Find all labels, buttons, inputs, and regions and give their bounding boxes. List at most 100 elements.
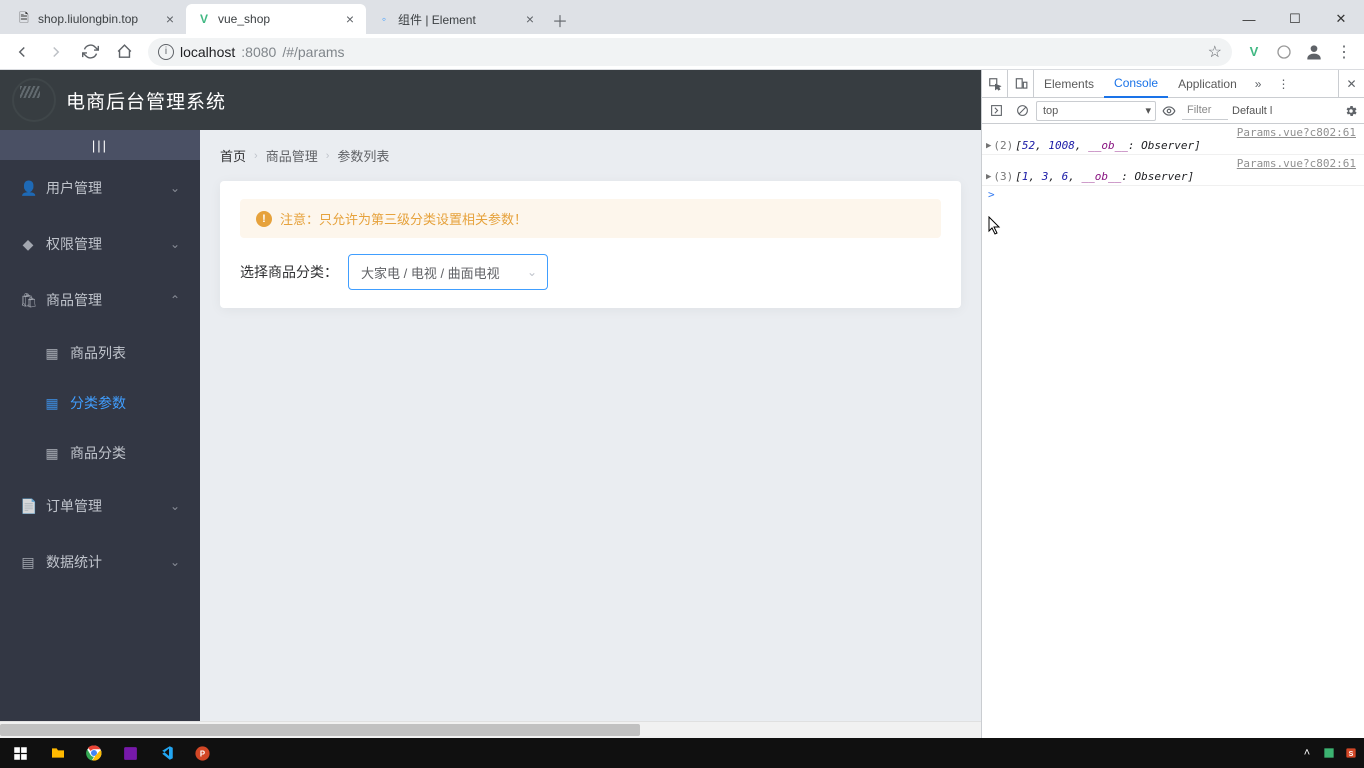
sidebar-item-stats[interactable]: ▤ 数据统计 ⌄ [0,534,200,590]
grid-icon: ▦ [44,395,60,412]
start-button[interactable] [0,738,40,768]
sidebar-item-users[interactable]: 👤 用户管理 ⌄ [0,160,200,216]
sidebar-collapse-button[interactable]: ||| [0,130,200,160]
close-window-button[interactable]: ✕ [1318,4,1364,34]
chrome-menu-button[interactable]: ⋮ [1330,38,1358,66]
maximize-button[interactable]: ☐ [1272,4,1318,34]
sidebar-item-label: 权限管理 [46,234,102,254]
close-icon[interactable]: × [162,11,178,27]
console-filter-input[interactable]: Filter [1182,102,1228,120]
browser-tab[interactable]: 🗎 shop.liulongbin.top × [6,4,186,34]
sidebar-subitem-goods-list[interactable]: ▦ 商品列表 [0,328,200,378]
chevron-down-icon: ⌄ [170,499,180,513]
log-source-link[interactable]: Params.vue?c802:61 [986,157,1360,170]
chart-icon: ▤ [20,554,36,571]
sidebar-subitem-goods-category[interactable]: ▦ 商品分类 [0,428,200,478]
address-bar[interactable]: i localhost:8080/#/params ☆ [148,38,1232,66]
console-prompt[interactable]: > [982,186,1364,203]
sidebar-item-orders[interactable]: 📄 订单管理 ⌄ [0,478,200,534]
cascader-value: 大家电 / 电视 / 曲面电视 [361,263,500,282]
back-button[interactable] [6,36,38,68]
app-title: 电商后台管理系统 [66,87,226,114]
log-length: (2) [993,139,1013,152]
windows-taskbar: P ˄ S [0,738,1364,768]
browser-toolbar: i localhost:8080/#/params ☆ V ⋮ [0,34,1364,70]
sidebar-item-label: 数据统计 [46,552,102,572]
powerpoint-taskbar-icon[interactable]: P [184,738,220,768]
sidebar: ||| 👤 用户管理 ⌄ ◆ 权限管理 ⌄ 🛍 商品管理 ⌃ [0,130,200,721]
log-level-selector[interactable]: Default l [1230,105,1274,117]
live-expression-icon[interactable] [1158,104,1180,118]
tab-title: vue_shop [218,12,336,26]
chrome-taskbar-icon[interactable] [76,738,112,768]
context-selector[interactable]: top [1036,101,1156,121]
home-button[interactable] [108,36,140,68]
sidebar-item-permissions[interactable]: ◆ 权限管理 ⌄ [0,216,200,272]
console-log-entry[interactable]: Params.vue?c802:61 ▶ (2) [52, 1008, __ob… [982,124,1364,155]
profile-avatar-icon[interactable] [1300,38,1328,66]
console-settings-icon[interactable] [1340,104,1362,118]
console-log-entry[interactable]: Params.vue?c802:61 ▶ (3) [1, 3, 6, __ob_… [982,155,1364,186]
clear-console-icon[interactable] [1010,98,1034,123]
chevron-right-icon: › [254,150,258,162]
vue-devtools-ext-icon[interactable]: V [1240,38,1268,66]
breadcrumb-home[interactable]: 首页 [220,146,246,165]
tray-app-icon[interactable] [1320,744,1338,762]
reload-button[interactable] [74,36,106,68]
tray-chevron-icon[interactable]: ˄ [1298,744,1316,762]
breadcrumb: 首页 › 商品管理 › 参数列表 [220,146,961,165]
site-info-icon[interactable]: i [158,44,174,60]
close-icon[interactable]: × [342,11,358,27]
inspect-element-icon[interactable] [982,70,1008,97]
tab-title: 组件 | Element [398,11,516,28]
breadcrumb-level2[interactable]: 商品管理 [266,146,318,165]
alert-text: 注意：只允许为第三级分类设置相关参数！ [280,209,527,228]
warning-alert: ! 注意：只允许为第三级分类设置相关参数！ [240,199,941,238]
svg-text:S: S [1349,751,1354,758]
window-controls: — ☐ ✕ [1226,4,1364,34]
chevron-right-icon: › [326,150,330,162]
vue-icon: V [196,11,212,27]
bookmark-star-icon[interactable]: ☆ [1208,42,1222,62]
device-toggle-icon[interactable] [1008,70,1034,97]
system-tray: ˄ S [1298,738,1364,768]
minimize-button[interactable]: — [1226,4,1272,34]
devtools-close-button[interactable]: ✕ [1338,70,1364,97]
devtools-tab-application[interactable]: Application [1168,70,1247,97]
log-source-link[interactable]: Params.vue?c802:61 [986,126,1360,139]
devtools-panel: Elements Console Application » ⋮ ✕ top F… [981,70,1364,738]
tab-title: shop.liulongbin.top [38,12,156,26]
devtools-tab-console[interactable]: Console [1104,71,1168,98]
sidebar-subitem-category-params[interactable]: ▦ 分类参数 [0,378,200,428]
console-sidebar-toggle-icon[interactable] [984,98,1008,123]
browser-tab-active[interactable]: V vue_shop × [186,4,366,34]
element-icon: ◦ [376,11,392,27]
forward-button[interactable] [40,36,72,68]
browser-tab[interactable]: ◦ 组件 | Element × [366,4,546,34]
extension-icon[interactable] [1270,38,1298,66]
user-icon: 👤 [20,180,36,197]
devtools-tabbar: Elements Console Application » ⋮ ✕ [982,70,1364,98]
devtools-tab-elements[interactable]: Elements [1034,70,1104,97]
new-tab-button[interactable]: ＋ [546,6,574,34]
app-header: 电商后台管理系统 [0,70,981,130]
breadcrumb-level3: 参数列表 [337,146,389,165]
tray-app-icon[interactable]: S [1342,744,1360,762]
scrollbar-thumb[interactable] [0,724,640,736]
category-cascader[interactable]: 大家电 / 电视 / 曲面电视 ⌄ [348,254,548,290]
horizontal-scrollbar[interactable] [0,721,981,738]
content-card: ! 注意：只允许为第三级分类设置相关参数！ 选择商品分类： 大家电 / 电视 /… [220,181,961,308]
file-explorer-icon[interactable] [40,738,76,768]
onenote-taskbar-icon[interactable] [112,738,148,768]
expand-triangle-icon[interactable]: ▶ [986,139,991,151]
devtools-menu-icon[interactable]: ⋮ [1269,77,1297,91]
sidebar-item-goods[interactable]: 🛍 商品管理 ⌃ [0,272,200,328]
vscode-taskbar-icon[interactable] [148,738,184,768]
bag-icon: 🛍 [20,292,36,309]
console-output: Params.vue?c802:61 ▶ (2) [52, 1008, __ob… [982,124,1364,738]
devtools-more-tabs-icon[interactable]: » [1247,77,1270,91]
app-logo-icon [12,78,56,122]
browser-titlebar: 🗎 shop.liulongbin.top × V vue_shop × ◦ 组… [0,0,1364,34]
close-icon[interactable]: × [522,11,538,27]
expand-triangle-icon[interactable]: ▶ [986,170,991,182]
